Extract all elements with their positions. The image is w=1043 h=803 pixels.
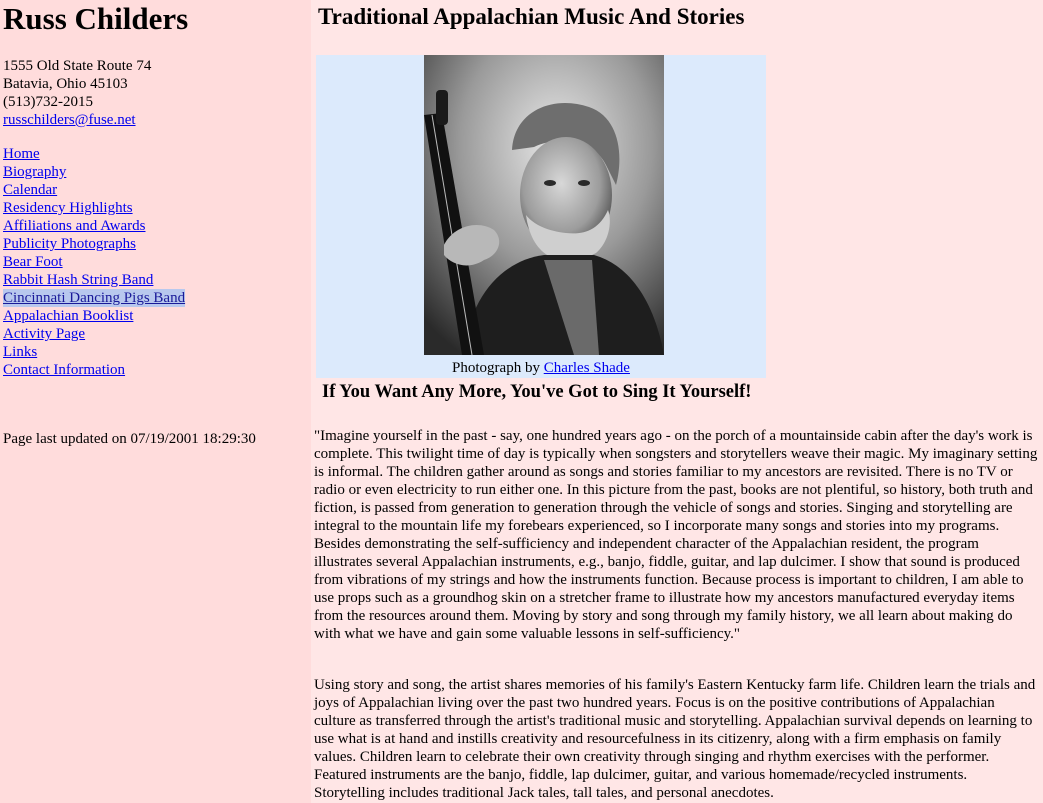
tagline-heading: If You Want Any More, You've Got to Sing… — [322, 382, 752, 402]
photo-caption: Photograph by Charles Shade — [316, 359, 766, 377]
program-description-paragraph: Using story and song, the artist shares … — [314, 677, 1036, 801]
site-navigation: Home Biography Calendar Residency Highli… — [3, 145, 186, 379]
nav-link-bear-foot[interactable]: Bear Foot — [3, 253, 185, 271]
page-title: Traditional Appalachian Music And Storie… — [318, 4, 745, 29]
photographer-link[interactable]: Charles Shade — [544, 360, 630, 376]
nav-link-cincinnati-dancing-pigs-band[interactable]: Cincinnati Dancing Pigs Band — [3, 289, 186, 307]
nav-link-publicity-photographs[interactable]: Publicity Photographs — [3, 235, 185, 253]
nav-link-rabbit-hash-string-band[interactable]: Rabbit Hash String Band — [3, 271, 185, 289]
address-street: 1555 Old State Route 74 — [3, 58, 152, 74]
intro-quote-paragraph: "Imagine yourself in the past - say, one… — [314, 428, 1038, 642]
nav-link-biography[interactable]: Biography — [3, 163, 185, 181]
sidebar: Russ Childers 1555 Old State Route 74 Ba… — [0, 0, 311, 803]
nav-link-home[interactable]: Home — [3, 145, 185, 163]
contact-address: 1555 Old State Route 74 Batavia, Ohio 45… — [3, 57, 151, 129]
nav-link-activity-page[interactable]: Activity Page — [3, 325, 185, 343]
main-content: Traditional Appalachian Music And Storie… — [311, 0, 1043, 803]
phone-number: (513)732-2015 — [3, 94, 93, 110]
performer-photo — [424, 55, 664, 355]
nav-link-residency-highlights[interactable]: Residency Highlights — [3, 199, 185, 217]
nav-link-affiliations-awards[interactable]: Affiliations and Awards — [3, 217, 185, 235]
email-link[interactable]: russchilders@fuse.net — [3, 112, 136, 128]
nav-link-calendar[interactable]: Calendar — [3, 181, 185, 199]
site-owner-name: Russ Childers — [3, 1, 189, 36]
address-city: Batavia, Ohio 45103 — [3, 76, 128, 92]
nav-link-appalachian-booklist[interactable]: Appalachian Booklist — [3, 307, 185, 325]
nav-link-links[interactable]: Links — [3, 343, 185, 361]
nav-link-contact-information[interactable]: Contact Information — [3, 361, 185, 379]
photo-caption-prefix: Photograph by — [452, 360, 544, 376]
photo-panel: Photograph by Charles Shade — [316, 55, 766, 378]
last-updated-text: Page last updated on 07/19/2001 18:29:30 — [3, 431, 256, 447]
